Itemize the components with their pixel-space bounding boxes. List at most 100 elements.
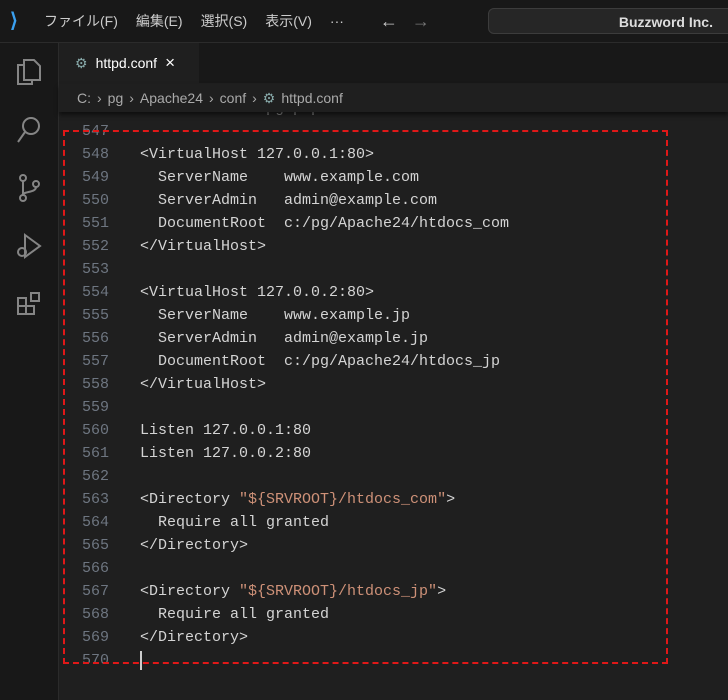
breadcrumb-item[interactable]: C: <box>77 90 91 106</box>
code-text: > <box>437 583 447 600</box>
line-number: 548 <box>81 146 109 163</box>
line-number: 551 <box>81 215 109 232</box>
line-number: 547 <box>81 123 109 140</box>
gear-file-icon: ⚙ <box>262 89 276 106</box>
line-number: 564 <box>81 514 109 531</box>
code-line[interactable]: 563 <Directory "${SRVROOT}/htdocs_com"> <box>59 488 719 511</box>
tab-bar: ⚙ httpd.conf × <box>59 43 728 83</box>
code-line[interactable]: 566 <box>59 557 719 580</box>
code-text: > <box>446 491 456 508</box>
line-number: 550 <box>81 192 109 209</box>
breadcrumb-item[interactable]: conf <box>220 90 246 106</box>
line-number: 565 <box>81 537 109 554</box>
line-number: 559 <box>81 399 109 416</box>
code-line[interactable]: 564 Require all granted <box>59 511 719 534</box>
breadcrumb: C: › pg › Apache24 › conf › ⚙ httpd.conf <box>59 84 728 112</box>
code-line[interactable]: 555 ServerName www.example.jp <box>59 304 719 327</box>
code-text: <VirtualHost 127.0.0.1:80> <box>140 146 375 163</box>
code-line[interactable]: 561 Listen 127.0.0.2:80 <box>59 442 719 465</box>
code-line[interactable]: 567 <Directory "${SRVROOT}/htdocs_jp"> <box>59 580 719 603</box>
code-line[interactable]: 570 <box>59 649 719 672</box>
tab-label: httpd.conf <box>95 55 158 71</box>
tab-httpd-conf[interactable]: ⚙ httpd.conf × <box>59 43 199 83</box>
code-text: <Directory <box>140 583 240 600</box>
code-text: DocumentRoot c:/pg/Apache24/htdocs_com <box>140 215 510 232</box>
line-number: 549 <box>81 169 109 186</box>
breadcrumb-item[interactable]: pg <box>108 90 124 106</box>
code-line[interactable]: 560 Listen 127.0.0.1:80 <box>59 419 719 442</box>
line-number: 552 <box>81 238 109 255</box>
code-text: <VirtualHost 127.0.0.2:80> <box>140 284 375 301</box>
code-line[interactable]: 552 </VirtualHost> <box>59 235 719 258</box>
code-text: Require all granted <box>140 606 330 623</box>
menu-edit[interactable]: 編集(E) <box>136 11 183 31</box>
code-text: </Directory> <box>140 537 249 554</box>
code-text: </VirtualHost> <box>140 238 267 255</box>
text-cursor <box>140 650 142 670</box>
code-text: Listen 127.0.0.1:80 <box>140 422 312 439</box>
forward-arrow-icon[interactable]: → <box>412 11 430 32</box>
code-line[interactable]: 558 </VirtualHost> <box>59 373 719 396</box>
code-editor[interactable]: 546PHPIniDir "c:/pg/php"547548<VirtualHo… <box>59 100 728 700</box>
chevron-right-icon: › <box>252 90 257 106</box>
search-icon[interactable] <box>0 101 58 159</box>
code-line[interactable]: 548 <VirtualHost 127.0.0.1:80> <box>59 143 719 166</box>
line-number: 554 <box>81 284 109 301</box>
code-text: Require all granted <box>140 514 330 531</box>
menu-file[interactable]: ファイル(F) <box>44 11 118 31</box>
source-control-icon[interactable] <box>0 159 58 217</box>
code-string: "${SRVROOT}/htdocs_jp" <box>239 583 438 600</box>
extensions-icon[interactable] <box>0 275 58 333</box>
run-debug-icon[interactable] <box>0 217 58 275</box>
code-text: Listen 127.0.0.2:80 <box>140 445 312 462</box>
line-number: 567 <box>81 583 109 600</box>
breadcrumb-item[interactable]: httpd.conf <box>281 90 343 106</box>
menu-view[interactable]: 表示(V) <box>265 11 312 31</box>
line-number: 560 <box>81 422 109 439</box>
line-number: 555 <box>81 307 109 324</box>
line-number: 570 <box>81 652 109 669</box>
code-line[interactable]: 547 <box>59 120 719 143</box>
explorer-icon[interactable] <box>0 43 58 101</box>
code-text: ServerAdmin admin@example.com <box>140 192 438 209</box>
menu-selection[interactable]: 選択(S) <box>201 11 248 31</box>
code-text: <Directory <box>140 491 240 508</box>
chevron-right-icon: › <box>129 90 134 106</box>
code-text: ServerName www.example.jp <box>140 307 411 324</box>
line-number: 556 <box>81 330 109 347</box>
code-line[interactable]: 550 ServerAdmin admin@example.com <box>59 189 719 212</box>
code-line[interactable]: 569 </Directory> <box>59 626 719 649</box>
command-center-search[interactable]: Buzzword Inc. <box>488 8 728 34</box>
code-line[interactable]: 557 DocumentRoot c:/pg/Apache24/htdocs_j… <box>59 350 719 373</box>
activity-bar <box>0 43 59 700</box>
code-text: DocumentRoot c:/pg/Apache24/htdocs_jp <box>140 353 501 370</box>
code-text: </Directory> <box>140 629 249 646</box>
menu-more[interactable]: ··· <box>330 13 344 29</box>
line-number: 558 <box>81 376 109 393</box>
code-line[interactable]: 551 DocumentRoot c:/pg/Apache24/htdocs_c… <box>59 212 719 235</box>
title-bar: ⟩ ファイル(F) 編集(E) 選択(S) 表示(V) ··· ← → Buzz… <box>0 0 728 43</box>
line-number: 568 <box>81 606 109 623</box>
code-line[interactable]: 559 <box>59 396 719 419</box>
breadcrumb-item[interactable]: Apache24 <box>140 90 203 106</box>
line-number: 561 <box>81 445 109 462</box>
code-text: ServerName www.example.com <box>140 169 420 186</box>
line-number: 557 <box>81 353 109 370</box>
code-line[interactable]: 562 <box>59 465 719 488</box>
line-number: 553 <box>81 261 109 278</box>
chevron-right-icon: › <box>97 90 102 106</box>
line-number: 566 <box>81 560 109 577</box>
line-number: 569 <box>81 629 109 646</box>
code-line[interactable]: 568 Require all granted <box>59 603 719 626</box>
code-line[interactable]: 554 <VirtualHost 127.0.0.2:80> <box>59 281 719 304</box>
close-icon[interactable]: × <box>165 53 175 73</box>
code-line[interactable]: 549 ServerName www.example.com <box>59 166 719 189</box>
line-number: 562 <box>81 468 109 485</box>
code-line[interactable]: 556 ServerAdmin admin@example.jp <box>59 327 719 350</box>
line-number: 563 <box>81 491 109 508</box>
back-arrow-icon[interactable]: ← <box>380 11 398 32</box>
code-text: ServerAdmin admin@example.jp <box>140 330 429 347</box>
code-line[interactable]: 553 <box>59 258 719 281</box>
code-text: </VirtualHost> <box>140 376 267 393</box>
code-line[interactable]: 565 </Directory> <box>59 534 719 557</box>
